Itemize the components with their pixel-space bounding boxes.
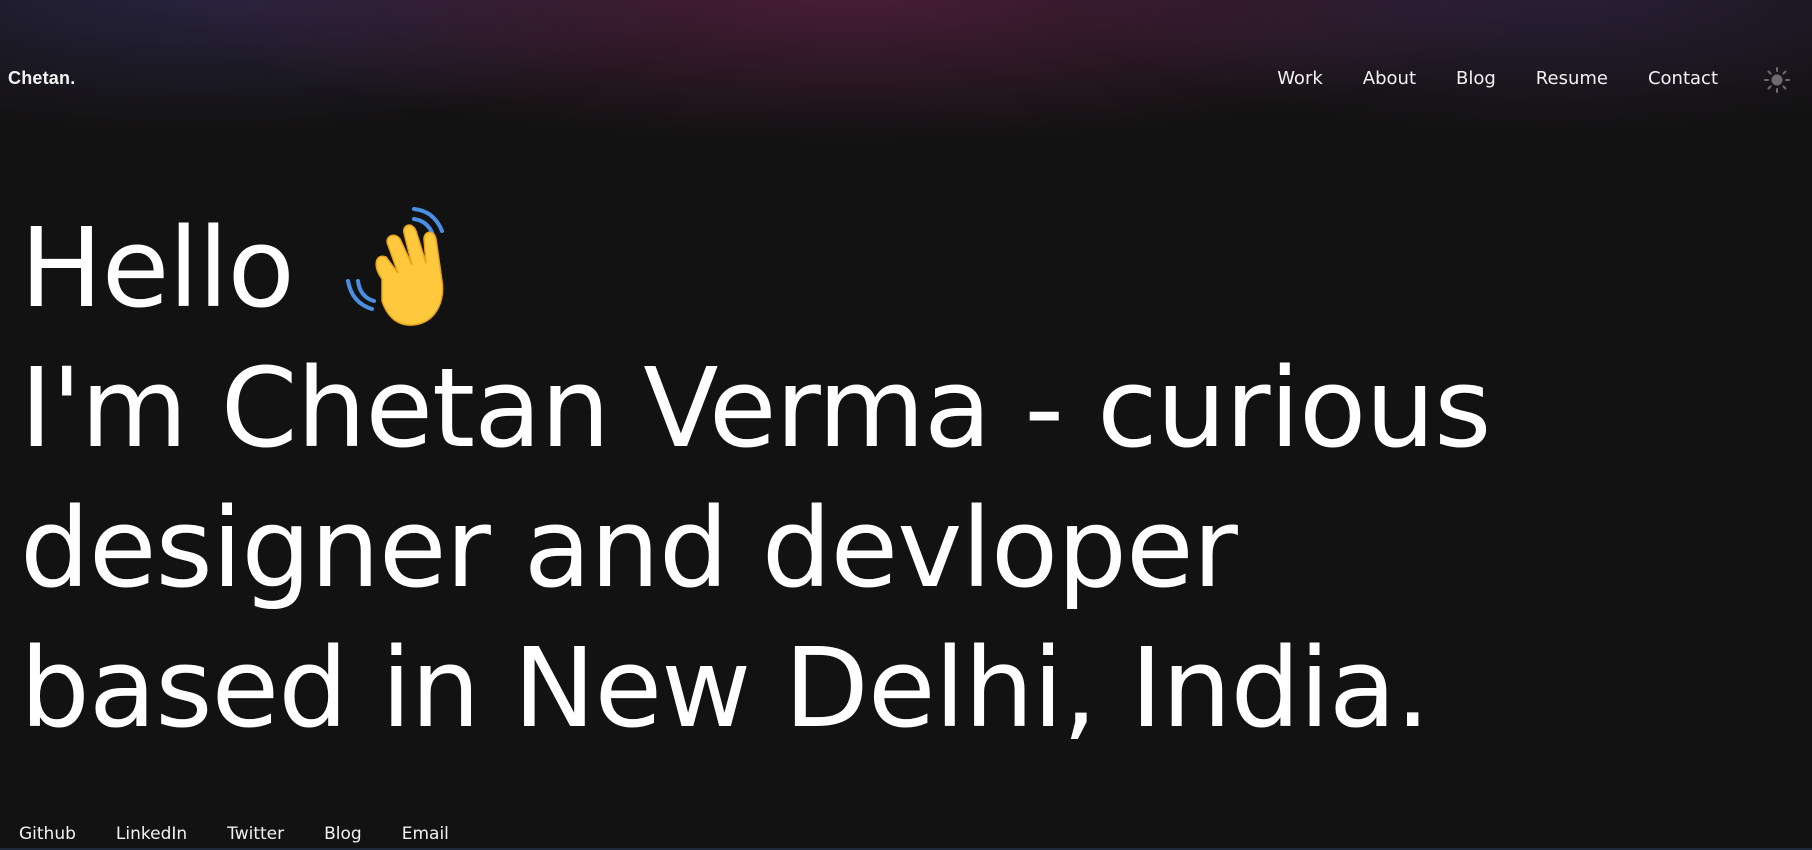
theme-toggle-button[interactable] [1763,66,1791,94]
hero-section: Hello I'm Chetan Verma - curious designe… [20,198,1520,758]
nav-contact[interactable]: Contact [1648,68,1718,89]
social-links: Github LinkedIn Twitter Blog Email [19,824,449,844]
intro-line-3: based in New Delhi, India. [20,624,1430,752]
sun-icon [1764,67,1790,93]
nav-about[interactable]: About [1363,68,1416,89]
intro-line-1: I'm Chetan Verma - curious [20,344,1491,472]
social-github-link[interactable]: Github [19,824,76,844]
main-nav: Work About Blog Resume Contact [1277,68,1718,89]
social-email-link[interactable]: Email [402,824,449,844]
social-twitter-link[interactable]: Twitter [227,824,284,844]
social-blog-link[interactable]: Blog [324,824,362,844]
nav-blog[interactable]: Blog [1456,68,1496,89]
greeting-row: Hello [20,198,1520,338]
nav-resume[interactable]: Resume [1536,68,1608,89]
intro-line-2: designer and devloper [20,484,1238,612]
social-linkedin-link[interactable]: LinkedIn [116,824,187,844]
greeting-text: Hello [20,204,295,332]
nav-work[interactable]: Work [1277,68,1323,89]
waving-hand-icon [342,203,472,333]
site-logo[interactable]: Chetan. [8,68,75,89]
site-header: Chetan. Work About Blog Resume Contact [0,0,1812,160]
portfolio-page: Chetan. Work About Blog Resume Contact H… [0,0,1812,850]
